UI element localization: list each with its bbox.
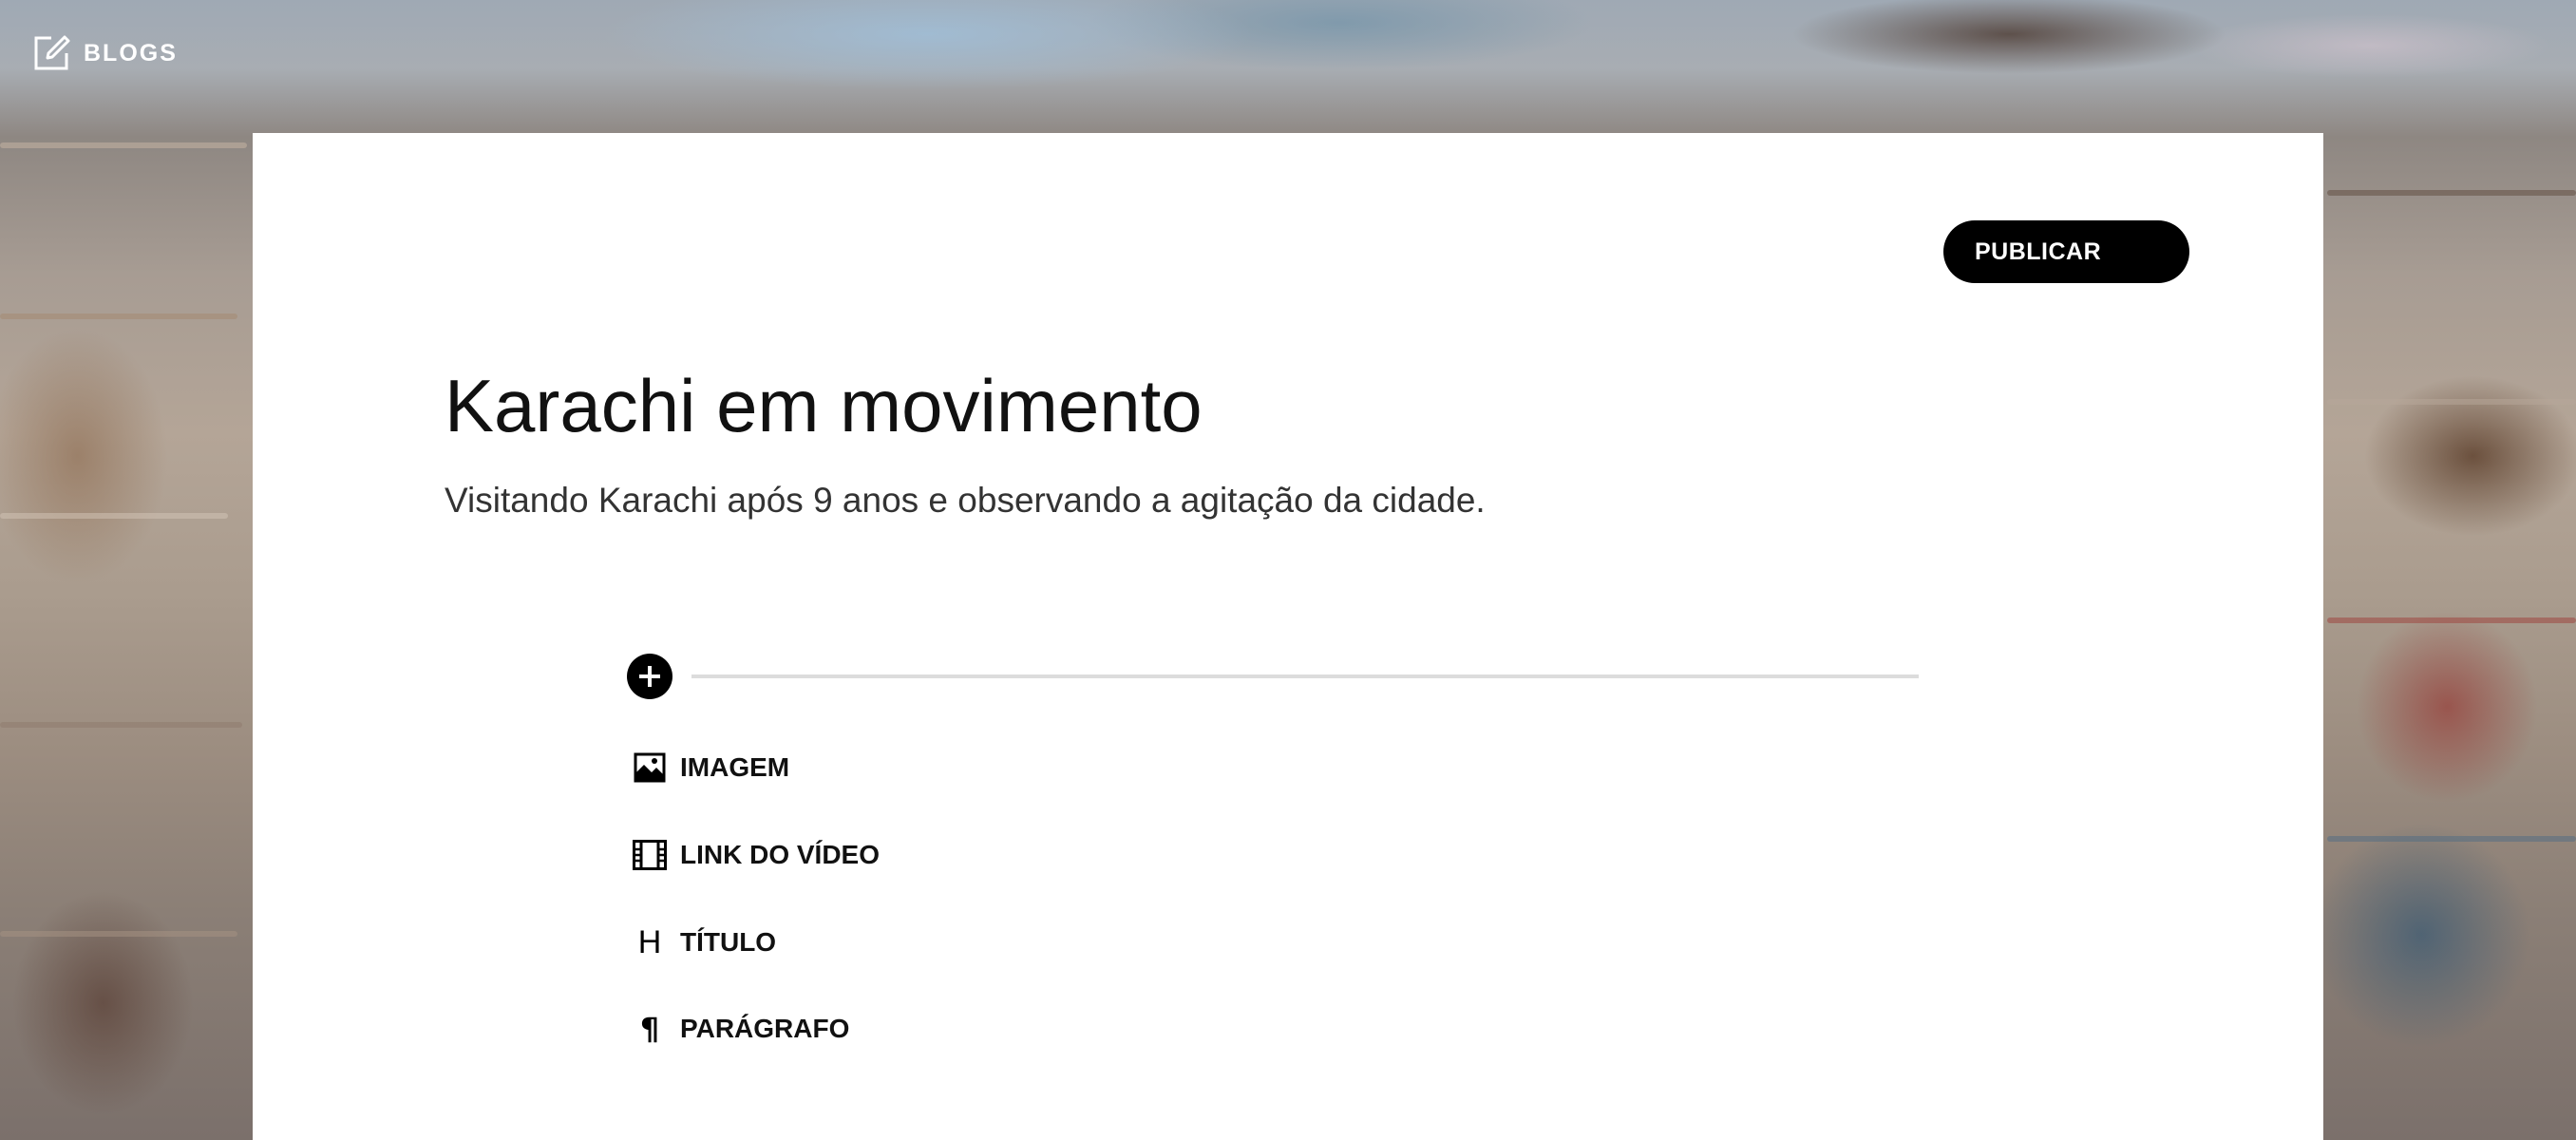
publish-button[interactable]: PUBLICAR bbox=[1943, 220, 2189, 283]
block-option-heading[interactable]: H TÍTULO bbox=[631, 923, 776, 961]
block-option-paragraph[interactable]: ¶ PARÁGRAFO bbox=[631, 1010, 850, 1048]
block-option-video-link[interactable]: LINK DO VÍDEO bbox=[631, 836, 880, 874]
editor-card: PUBLICAR Karachi em movimento Visitando … bbox=[253, 133, 2323, 1140]
block-option-label: PARÁGRAFO bbox=[680, 1014, 850, 1043]
plus-icon bbox=[627, 654, 672, 699]
background-streak bbox=[0, 722, 242, 728]
add-block-row bbox=[627, 654, 2175, 703]
background-streak bbox=[0, 314, 237, 319]
block-option-image[interactable]: IMAGEM bbox=[631, 749, 789, 787]
background-streak bbox=[2327, 190, 2576, 196]
background-streak bbox=[2327, 836, 2576, 842]
post-title[interactable]: Karachi em movimento bbox=[445, 369, 1203, 443]
background-streak bbox=[0, 142, 247, 148]
blogs-nav-label: BLOGS bbox=[84, 39, 178, 66]
background-streak bbox=[2327, 618, 2576, 623]
film-icon bbox=[631, 836, 669, 874]
heading-icon: H bbox=[637, 924, 662, 960]
post-subtitle[interactable]: Visitando Karachi após 9 anos e observan… bbox=[445, 483, 1486, 518]
background-streak bbox=[0, 513, 228, 519]
background-streak bbox=[2327, 399, 2576, 405]
block-option-label: LINK DO VÍDEO bbox=[680, 840, 881, 869]
edit-icon bbox=[32, 34, 70, 72]
block-option-label: IMAGEM bbox=[680, 752, 790, 782]
block-option-label: TÍTULO bbox=[680, 927, 777, 957]
blogs-nav-link[interactable]: BLOGS bbox=[32, 34, 178, 72]
paragraph-icon: ¶ bbox=[639, 1011, 660, 1047]
image-icon bbox=[631, 749, 669, 787]
block-divider bbox=[691, 674, 1919, 678]
background-streak bbox=[0, 931, 237, 937]
add-block-button[interactable] bbox=[627, 654, 672, 699]
